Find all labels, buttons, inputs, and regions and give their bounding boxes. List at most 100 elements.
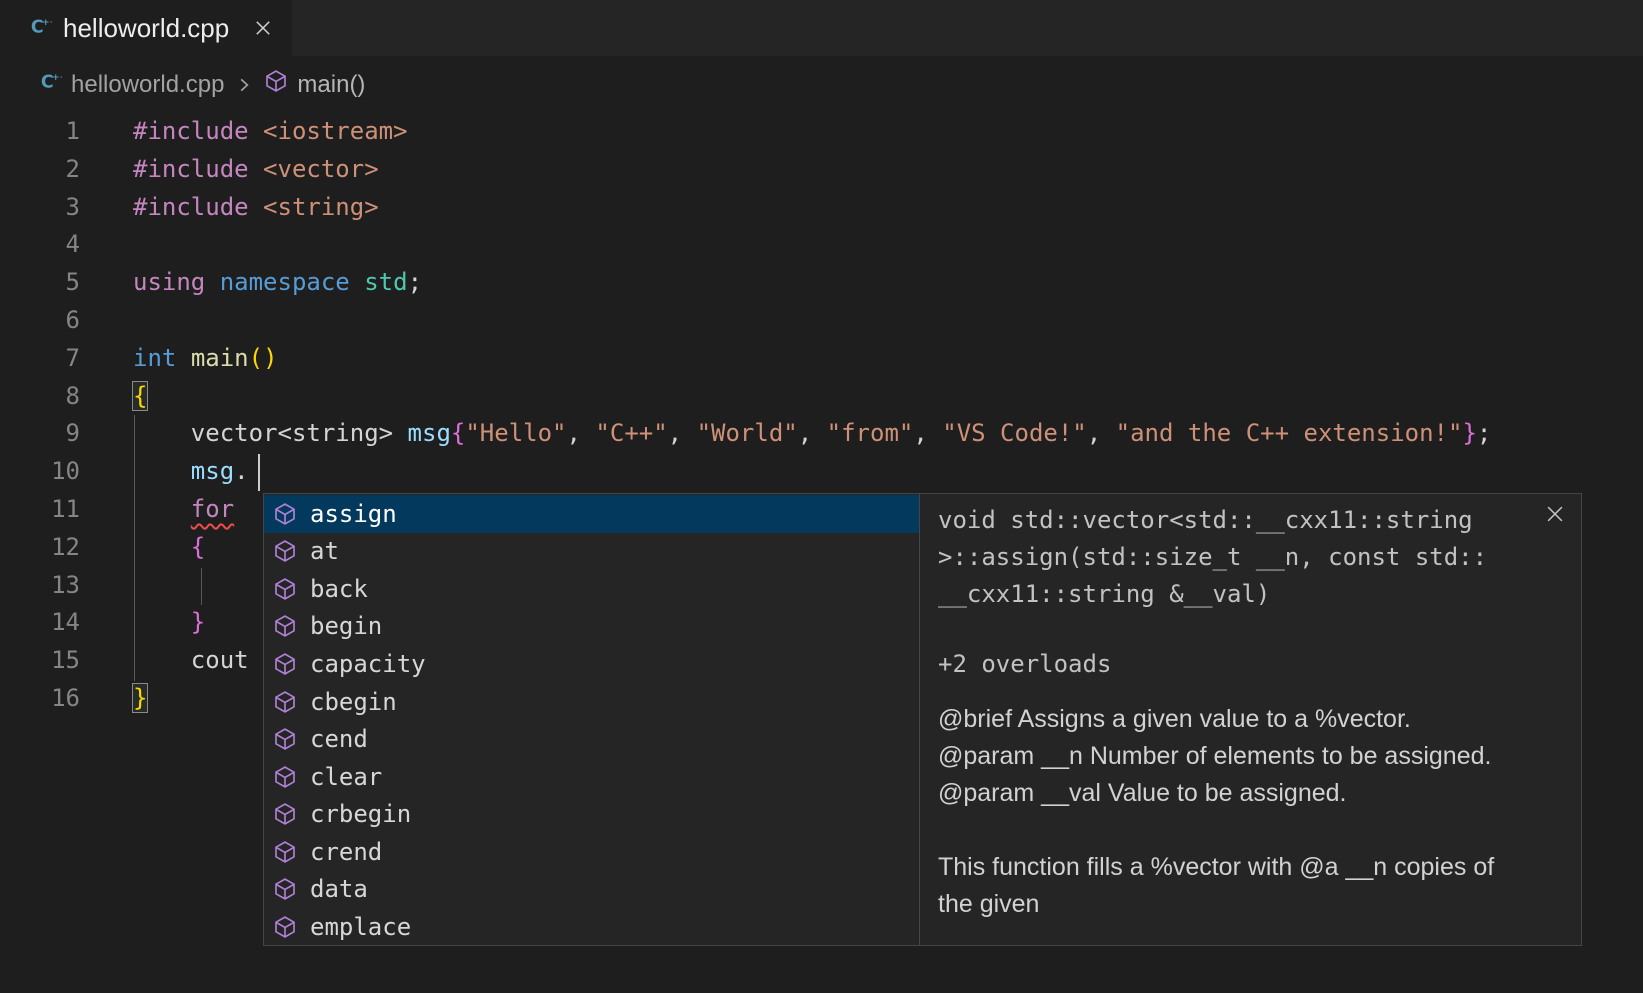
method-icon [264,69,288,100]
code-line[interactable]: 6 [0,302,1643,340]
suggest-item[interactable]: cend [264,720,919,758]
code-text[interactable]: } [80,680,147,718]
suggest-list: assign at back begin capacity cbegin cend clear… [264,494,919,945]
code-text[interactable] [80,302,133,340]
tab-helloworld-cpp[interactable]: C ++ helloworld.cpp [0,0,292,56]
doc-description-line: @brief Assigns a given value to a %vecto… [938,701,1563,738]
suggest-item[interactable]: data [264,870,919,908]
suggest-item[interactable]: back [264,570,919,608]
code-text[interactable] [80,567,133,605]
suggest-item-label: capacity [310,650,426,678]
method-icon [273,690,297,714]
code-text[interactable]: vector<string> msg{"Hello", "C++", "Worl… [80,415,1491,453]
suggest-item[interactable]: crend [264,833,919,871]
line-number: 4 [0,226,80,264]
doc-description-line: This function fills a %vector with @a __… [938,849,1563,886]
method-icon [273,577,297,601]
tab-bar: C ++ helloworld.cpp [0,0,1643,56]
code-text[interactable]: { [80,378,147,416]
cpp-file-icon: C ++ [30,15,52,42]
suggest-item[interactable]: capacity [264,645,919,683]
line-number: 16 [0,680,80,718]
suggest-item[interactable]: clear [264,758,919,796]
text-cursor [258,454,260,491]
code-line[interactable]: 4 [0,226,1643,264]
close-icon[interactable] [1545,504,1565,524]
code-text[interactable]: { [80,529,205,567]
suggest-item-label: cend [310,725,368,753]
code-text[interactable]: cout [80,642,249,680]
suggest-item[interactable]: assign [264,495,919,533]
method-icon [273,802,297,826]
doc-signature-line: __cxx11::string &__val) [938,576,1563,613]
line-number: 3 [0,189,80,227]
line-number: 2 [0,151,80,189]
suggest-item-label: crend [310,838,382,866]
suggest-item[interactable]: cbegin [264,683,919,721]
line-number: 1 [0,113,80,151]
suggest-item-label: clear [310,763,382,791]
doc-overloads[interactable]: +2 overloads [938,646,1563,683]
doc-description-line [938,812,1563,849]
suggest-widget: assign at back begin capacity cbegin cend clear… [263,493,1582,946]
suggest-item[interactable]: crbegin [264,795,919,833]
code-text[interactable]: #include <string> [80,189,379,227]
code-line[interactable]: 3#include <string> [0,189,1643,227]
code-text[interactable]: for [80,491,234,529]
vscode-window: C ++ helloworld.cpp C ++ helloworld.cpp [0,0,1643,993]
svg-text:++: ++ [42,17,52,28]
doc-description-line: the given [938,886,1563,923]
method-icon [273,765,297,789]
code-text[interactable]: #include <iostream> [80,113,408,151]
indent-guide [201,568,202,605]
code-line[interactable]: 2#include <vector> [0,151,1643,189]
suggest-item[interactable]: begin [264,608,919,646]
suggest-docs-panel: void std::vector<std::__cxx11::string>::… [919,494,1581,945]
code-line[interactable]: 7int main() [0,340,1643,378]
doc-signature: void std::vector<std::__cxx11::string>::… [938,502,1563,613]
doc-signature-line: >::assign(std::size_t __n, const std:: [938,539,1563,576]
doc-description: @brief Assigns a given value to a %vecto… [938,701,1563,923]
cpp-file-icon: C ++ [40,70,62,99]
suggest-item-label: at [310,537,339,565]
suggest-item-label: crbegin [310,800,411,828]
code-text[interactable]: msg. [80,453,249,491]
chevron-right-icon [235,76,253,94]
suggest-item[interactable]: emplace [264,908,919,946]
suggest-item-label: cbegin [310,688,397,716]
suggest-item-label: assign [310,500,397,528]
suggest-item-label: emplace [310,913,411,941]
line-number: 9 [0,415,80,453]
breadcrumb-file[interactable]: helloworld.cpp [71,71,224,99]
code-text[interactable]: #include <vector> [80,151,379,189]
suggest-item-label: data [310,875,368,903]
code-text[interactable]: } [80,604,205,642]
method-icon [273,727,297,751]
code-text[interactable]: int main() [80,340,278,378]
svg-text:++: ++ [52,72,62,83]
tab-close-icon[interactable] [254,19,272,37]
code-line[interactable]: 10 msg. [0,453,1643,491]
line-number: 15 [0,642,80,680]
code-line[interactable]: 9 vector<string> msg{"Hello", "C++", "Wo… [0,415,1643,453]
method-icon [273,652,297,676]
method-icon [273,502,297,526]
tab-title: helloworld.cpp [63,13,229,44]
code-line[interactable]: 1#include <iostream> [0,113,1643,151]
method-icon [273,840,297,864]
suggest-item-label: begin [310,612,382,640]
line-number: 5 [0,264,80,302]
line-number: 13 [0,567,80,605]
breadcrumb-symbol[interactable]: main() [297,71,365,99]
code-line[interactable]: 5using namespace std; [0,264,1643,302]
code-text[interactable] [80,226,133,264]
line-number: 6 [0,302,80,340]
doc-description-line: @param __n Number of elements to be assi… [938,738,1563,775]
method-icon [273,877,297,901]
code-text[interactable]: using namespace std; [80,264,422,302]
code-line[interactable]: 8{ [0,378,1643,416]
method-icon [273,539,297,563]
suggest-item[interactable]: at [264,533,919,571]
method-icon [273,915,297,939]
line-number: 10 [0,453,80,491]
